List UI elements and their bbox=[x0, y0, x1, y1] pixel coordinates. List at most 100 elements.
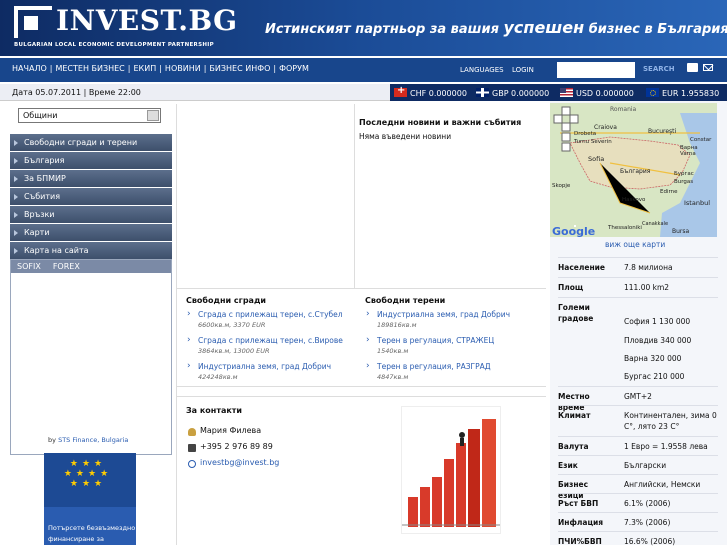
select-value: Общини bbox=[23, 111, 58, 120]
sts-finance-link[interactable]: STS Finance, Bulgaria bbox=[58, 436, 128, 444]
swiss-flag-icon bbox=[394, 85, 407, 97]
news-heading: Последни новини и важни събития bbox=[359, 118, 522, 127]
map-svg: Romania Craiova Bucureşti Drobeta Turnu … bbox=[550, 103, 717, 237]
tagline-post: бизнес в България! bbox=[584, 22, 727, 37]
pan-down-icon[interactable] bbox=[561, 122, 571, 132]
main-content: Последни новини и важни събития Няма във… bbox=[176, 104, 546, 545]
building-info: 424248кв.м bbox=[198, 373, 238, 381]
sidebar-item-sitemap[interactable]: Карта на сайта bbox=[10, 242, 172, 259]
nav-links: НАЧАЛО | МЕСТЕН БИЗНЕС | ЕКИП | НОВИНИ | БИЗНЕС … bbox=[12, 64, 309, 73]
fact-label: Площ bbox=[558, 283, 584, 292]
map-label: Thessaloniki bbox=[607, 225, 642, 231]
contact-name: Мария Филева bbox=[200, 426, 262, 435]
rate-usd-value: USD 0.000000 bbox=[576, 89, 634, 98]
terrain-link[interactable]: Терен в регулация, РАЗГРАД bbox=[366, 361, 491, 371]
divider bbox=[176, 288, 546, 289]
terrain-link[interactable]: Терен в регулация, СТРАЖЕЦ bbox=[366, 335, 494, 345]
nav-separator: | bbox=[273, 64, 277, 73]
building-link[interactable]: Сграда с прилежащ терен, с.Стубел bbox=[187, 309, 343, 319]
nav-item-local-business[interactable]: МЕСТЕН БИЗНЕС bbox=[55, 64, 124, 73]
widget-credit: by STS Finance, Bulgaria bbox=[48, 436, 128, 444]
fact-row: Бизнес езици Английски, Немски bbox=[558, 474, 718, 500]
pan-left-icon[interactable] bbox=[553, 114, 563, 124]
market-widget: SOFIX FOREX bbox=[10, 259, 172, 455]
market-tabs: SOFIX FOREX bbox=[11, 260, 171, 273]
fact-value: Континентален, зима 0 C°, лято 23 C° bbox=[624, 411, 717, 431]
nav-item-news[interactable]: НОВИНИ bbox=[165, 64, 201, 73]
print-icon[interactable] bbox=[687, 63, 698, 72]
sidebar-item-maps[interactable]: Карти bbox=[10, 224, 172, 241]
fact-row: Население 7.8 милиона bbox=[558, 257, 718, 277]
contact-email[interactable]: investbg@invest.bg bbox=[200, 458, 279, 467]
google-logo: Google bbox=[552, 225, 595, 237]
eu-flag-icon bbox=[646, 88, 659, 97]
buildings-heading: Свободни сгради bbox=[186, 296, 267, 305]
building-info: 6600кв.м, 3370 EUR bbox=[198, 321, 266, 329]
search-button[interactable]: SEARCH bbox=[643, 65, 675, 73]
nav-item-home[interactable]: НАЧАЛО bbox=[12, 64, 47, 73]
fact-value: 6.1% (2006) bbox=[624, 499, 671, 508]
tab-sofix[interactable]: SOFIX bbox=[11, 260, 47, 273]
pan-up-icon[interactable] bbox=[561, 106, 571, 116]
fact-label: Ръст БВП bbox=[558, 499, 599, 508]
building-link[interactable]: Сграда с прилежащ терен, с.Вирове bbox=[187, 335, 343, 345]
login-link[interactable]: LOGIN bbox=[512, 66, 534, 74]
map-label: Varna bbox=[680, 151, 696, 157]
terrain-link[interactable]: Индустриална земя, град Добрич bbox=[366, 309, 510, 319]
main-navigation: НАЧАЛО | МЕСТЕН БИЗНЕС | ЕКИП | НОВИНИ | БИЗНЕС … bbox=[0, 58, 727, 82]
fact-value: 16.6% (2006) bbox=[624, 537, 676, 546]
invest-bg-logo[interactable]: INVEST.BG BULGARIAN LOCAL ECONOMIC DEVEL… bbox=[14, 4, 237, 50]
region-map[interactable]: Romania Craiova Bucureşti Drobeta Turnu … bbox=[550, 103, 717, 237]
search-input[interactable] bbox=[557, 62, 635, 78]
nav-item-forum[interactable]: ФОРУМ bbox=[279, 64, 309, 73]
map-label: Craiova bbox=[594, 124, 617, 131]
terrains-heading: Свободни терени bbox=[365, 296, 446, 305]
growth-chart-image bbox=[401, 406, 501, 534]
nav-item-business-info[interactable]: БИЗНЕС ИНФО bbox=[209, 64, 270, 73]
exchange-rates: CHF 0.000000 GBP 0.000000 USD 0.000000 E… bbox=[390, 84, 727, 101]
site-header: INVEST.BG BULGARIAN LOCAL ECONOMIC DEVEL… bbox=[0, 0, 727, 56]
banner-text: Потърсете безвъзмездно финансиране за bbox=[44, 507, 136, 545]
map-label: Skopje bbox=[552, 183, 571, 189]
map-label: Bucureşti bbox=[648, 128, 677, 135]
sidebar-item-about[interactable]: За БПМИР bbox=[10, 170, 172, 187]
map-label: Istanbul bbox=[684, 199, 710, 207]
tagline-emphasis: успешен bbox=[503, 18, 585, 37]
divider bbox=[354, 104, 355, 288]
us-flag-icon bbox=[560, 88, 573, 97]
fact-value: Варна 320 000 bbox=[624, 354, 682, 363]
zoom-out-icon[interactable] bbox=[561, 142, 571, 152]
zoom-in-icon[interactable] bbox=[561, 132, 571, 142]
rate-eur: EUR 1.955830 bbox=[646, 88, 719, 98]
eu-funding-banner[interactable]: ★★★ ★★★★ ★★★ Потърсете безвъзмездно финанси… bbox=[44, 453, 136, 545]
fact-row: Климат Континентален, зима 0 C°, лято 23 … bbox=[558, 405, 718, 436]
building-link[interactable]: Индустриална земя, град Добрич bbox=[187, 361, 331, 371]
fact-row: Пловдив 340 000 bbox=[558, 331, 718, 349]
languages-link[interactable]: LANGUAGES bbox=[460, 66, 504, 74]
municipality-select[interactable]: Общини bbox=[18, 108, 161, 123]
sidebar-item-buildings-terrains[interactable]: Свободни сгради и терени bbox=[10, 134, 172, 151]
fact-label: Валута bbox=[558, 442, 589, 451]
divider bbox=[176, 386, 546, 387]
map-label: Romania bbox=[610, 106, 637, 113]
map-label: Drobeta bbox=[574, 131, 596, 137]
sidebar-item-bulgaria[interactable]: България bbox=[10, 152, 172, 169]
fact-row: Големи градове София 1 130 000 bbox=[558, 297, 718, 331]
see-more-maps-link[interactable]: виж още карти bbox=[605, 240, 665, 249]
fact-value: Пловдив 340 000 bbox=[624, 336, 692, 345]
sidebar-item-links[interactable]: Връзки bbox=[10, 206, 172, 223]
tab-forex[interactable]: FOREX bbox=[47, 260, 86, 273]
pan-right-icon[interactable] bbox=[569, 114, 579, 124]
fact-value: Бургас 210 000 bbox=[624, 372, 685, 381]
map-label: Sofia bbox=[588, 155, 604, 163]
sidebar-item-events[interactable]: Събития bbox=[10, 188, 172, 205]
fact-row: Бургас 210 000 bbox=[558, 367, 718, 386]
fact-label: Население bbox=[558, 263, 605, 272]
logo-subtitle: BULGARIAN LOCAL ECONOMIC DEVELOPMENT PAR… bbox=[14, 42, 214, 48]
contact-phone: +395 2 976 89 89 bbox=[200, 442, 273, 451]
growth-chart-svg bbox=[402, 419, 500, 527]
select-arrow-icon[interactable] bbox=[147, 110, 159, 121]
mail-icon[interactable] bbox=[703, 64, 713, 71]
nav-item-team[interactable]: ЕКИП bbox=[133, 64, 156, 73]
rate-eur-value: EUR 1.955830 bbox=[662, 89, 720, 98]
